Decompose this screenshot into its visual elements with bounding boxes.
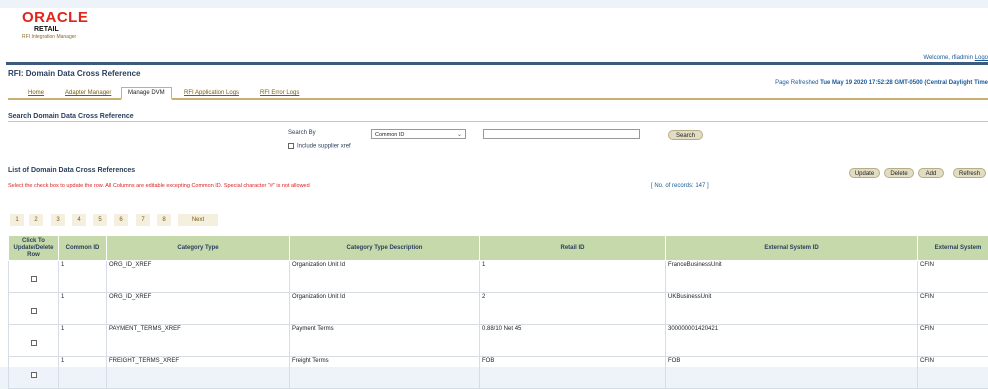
- table-row: 1 ORG_ID_XREF Organization Unit Id 1 Fra…: [9, 261, 988, 293]
- page-link-3[interactable]: 3: [51, 214, 65, 226]
- top-strip: [0, 0, 988, 8]
- search-input[interactable]: [483, 129, 640, 139]
- cell-external-id[interactable]: FranceBusinessUnit: [666, 261, 918, 293]
- update-button[interactable]: Update: [849, 168, 880, 178]
- cell-external-system[interactable]: CFIN: [918, 293, 988, 325]
- include-supplier-label: Include supplier xref: [297, 144, 351, 150]
- table-row: 1 PAYMENT_TERMS_XREF Payment Terms 0.88/…: [9, 325, 988, 357]
- cell-category-type[interactable]: PAYMENT_TERMS_XREF: [107, 325, 290, 357]
- column-header-common-id: Common ID: [59, 236, 107, 261]
- logo-brand: ORACLE: [22, 10, 112, 25]
- search-section-title: Search Domain Data Cross Reference: [8, 113, 134, 120]
- page-link-next[interactable]: Next: [178, 214, 218, 226]
- cell-category-desc[interactable]: Organization Unit Id: [290, 293, 480, 325]
- row-select-cell: [9, 261, 59, 293]
- list-title: List of Domain Data Cross References: [8, 167, 135, 174]
- logo-subtitle: RFI Integration Manager: [22, 34, 112, 40]
- row-select-checkbox[interactable]: [31, 308, 37, 314]
- cell-external-id[interactable]: UKBusinessUnit: [666, 293, 918, 325]
- search-section-divider: [8, 121, 988, 122]
- cell-retail-id[interactable]: 1: [480, 261, 666, 293]
- cell-retail-id[interactable]: FOB: [480, 357, 666, 389]
- cell-retail-id[interactable]: 0.88/10 Net 45: [480, 325, 666, 357]
- welcome-text: Welcome, rfiadmin: [923, 55, 973, 61]
- column-header-external-id: External System ID: [666, 236, 918, 261]
- tab-rfi-application-logs[interactable]: RFI Application Logs: [178, 88, 245, 98]
- cell-category-desc[interactable]: Payment Terms: [290, 325, 480, 357]
- column-header-external-system: External System: [918, 236, 988, 261]
- cell-category-type[interactable]: ORG_ID_XREF: [107, 293, 290, 325]
- record-count: [ No. of records: 147 ]: [651, 183, 709, 189]
- header-click-line3: Row: [27, 252, 40, 258]
- tab-bar: Home Adapter Manager Manage DVM RFI Appl…: [8, 88, 988, 100]
- delete-button[interactable]: Delete: [884, 168, 914, 178]
- cell-common-id: 1: [59, 325, 107, 357]
- cell-common-id: 1: [59, 357, 107, 389]
- xref-table: Click ToUpdate/DeleteRow Common ID Categ…: [8, 235, 988, 389]
- page-title: RFI: Domain Data Cross Reference: [8, 69, 140, 78]
- cell-category-desc[interactable]: Freight Terms: [290, 357, 480, 389]
- refresh-button[interactable]: Refresh: [953, 168, 986, 178]
- cell-retail-id[interactable]: 2: [480, 293, 666, 325]
- page-link-8[interactable]: 8: [157, 214, 171, 226]
- include-supplier-checkbox[interactable]: [288, 143, 294, 149]
- cell-external-system[interactable]: CFIN: [918, 357, 988, 389]
- logout-link[interactable]: Logo: [975, 55, 988, 61]
- search-by-selected: Common ID: [375, 132, 404, 138]
- cell-external-system[interactable]: CFIN: [918, 325, 988, 357]
- tab-home[interactable]: Home: [22, 88, 50, 98]
- page-link-2[interactable]: 2: [29, 214, 43, 226]
- cell-common-id: 1: [59, 293, 107, 325]
- table-row: 1 ORG_ID_XREF Organization Unit Id 2 UKB…: [9, 293, 988, 325]
- cell-external-id[interactable]: 300000001420421: [666, 325, 918, 357]
- cell-common-id: 1: [59, 261, 107, 293]
- search-by-select[interactable]: Common ID ⌄: [371, 129, 466, 139]
- row-select-checkbox[interactable]: [31, 340, 37, 346]
- column-header-retail-id: Retail ID: [480, 236, 666, 261]
- tab-rfi-error-logs[interactable]: RFI Error Logs: [254, 88, 305, 98]
- chevron-down-icon: ⌄: [457, 130, 462, 140]
- column-header-category-desc: Category Type Description: [290, 236, 480, 261]
- page: ORACLE RETAIL RFI Integration Manager We…: [0, 0, 988, 367]
- row-select-cell: [9, 293, 59, 325]
- refreshed-value: Tue May 19 2020 17:52:28 GMT-0500 (Centr…: [820, 80, 988, 86]
- row-select-cell: [9, 325, 59, 357]
- search-button[interactable]: Search: [668, 130, 703, 140]
- table-header-row: Click ToUpdate/DeleteRow Common ID Categ…: [9, 236, 988, 261]
- cell-category-desc[interactable]: Organization Unit Id: [290, 261, 480, 293]
- page-link-5[interactable]: 5: [93, 214, 107, 226]
- cell-category-type[interactable]: ORG_ID_XREF: [107, 261, 290, 293]
- refreshed-label: Page Refreshed: [775, 80, 818, 86]
- column-header-select: Click ToUpdate/DeleteRow: [9, 236, 59, 261]
- cell-external-system[interactable]: CFIN: [918, 261, 988, 293]
- page-link-1[interactable]: 1: [10, 214, 24, 226]
- logo-product: RETAIL: [34, 26, 112, 33]
- column-header-category-type: Category Type: [107, 236, 290, 261]
- cell-category-type[interactable]: FREIGHT_TERMS_XREF: [107, 357, 290, 389]
- include-supplier-xref: Include supplier xref: [288, 143, 351, 150]
- header-click-line1: Click To: [22, 238, 45, 244]
- search-by-label: Search By: [288, 130, 316, 136]
- edit-hint: Select the check box to update the row. …: [8, 183, 310, 189]
- page-link-4[interactable]: 4: [72, 214, 86, 226]
- add-button[interactable]: Add: [918, 168, 944, 178]
- oracle-retail-logo: ORACLE RETAIL RFI Integration Manager: [22, 10, 112, 40]
- table-row: 1 FREIGHT_TERMS_XREF Freight Terms FOB F…: [9, 357, 988, 389]
- row-select-cell: [9, 357, 59, 389]
- tab-manage-dvm[interactable]: Manage DVM: [121, 87, 172, 100]
- tab-adapter-manager[interactable]: Adapter Manager: [59, 88, 117, 98]
- row-select-checkbox[interactable]: [31, 372, 37, 378]
- header-click-line2: Update/Delete: [13, 245, 53, 251]
- page-link-7[interactable]: 7: [136, 214, 150, 226]
- page-link-6[interactable]: 6: [114, 214, 128, 226]
- welcome-bar: Welcome, rfiadmin Logo: [923, 55, 988, 61]
- row-select-checkbox[interactable]: [31, 276, 37, 282]
- cell-external-id[interactable]: FOB: [666, 357, 918, 389]
- header-divider: [6, 62, 988, 65]
- page-refreshed: Page Refreshed Tue May 19 2020 17:52:28 …: [775, 80, 988, 86]
